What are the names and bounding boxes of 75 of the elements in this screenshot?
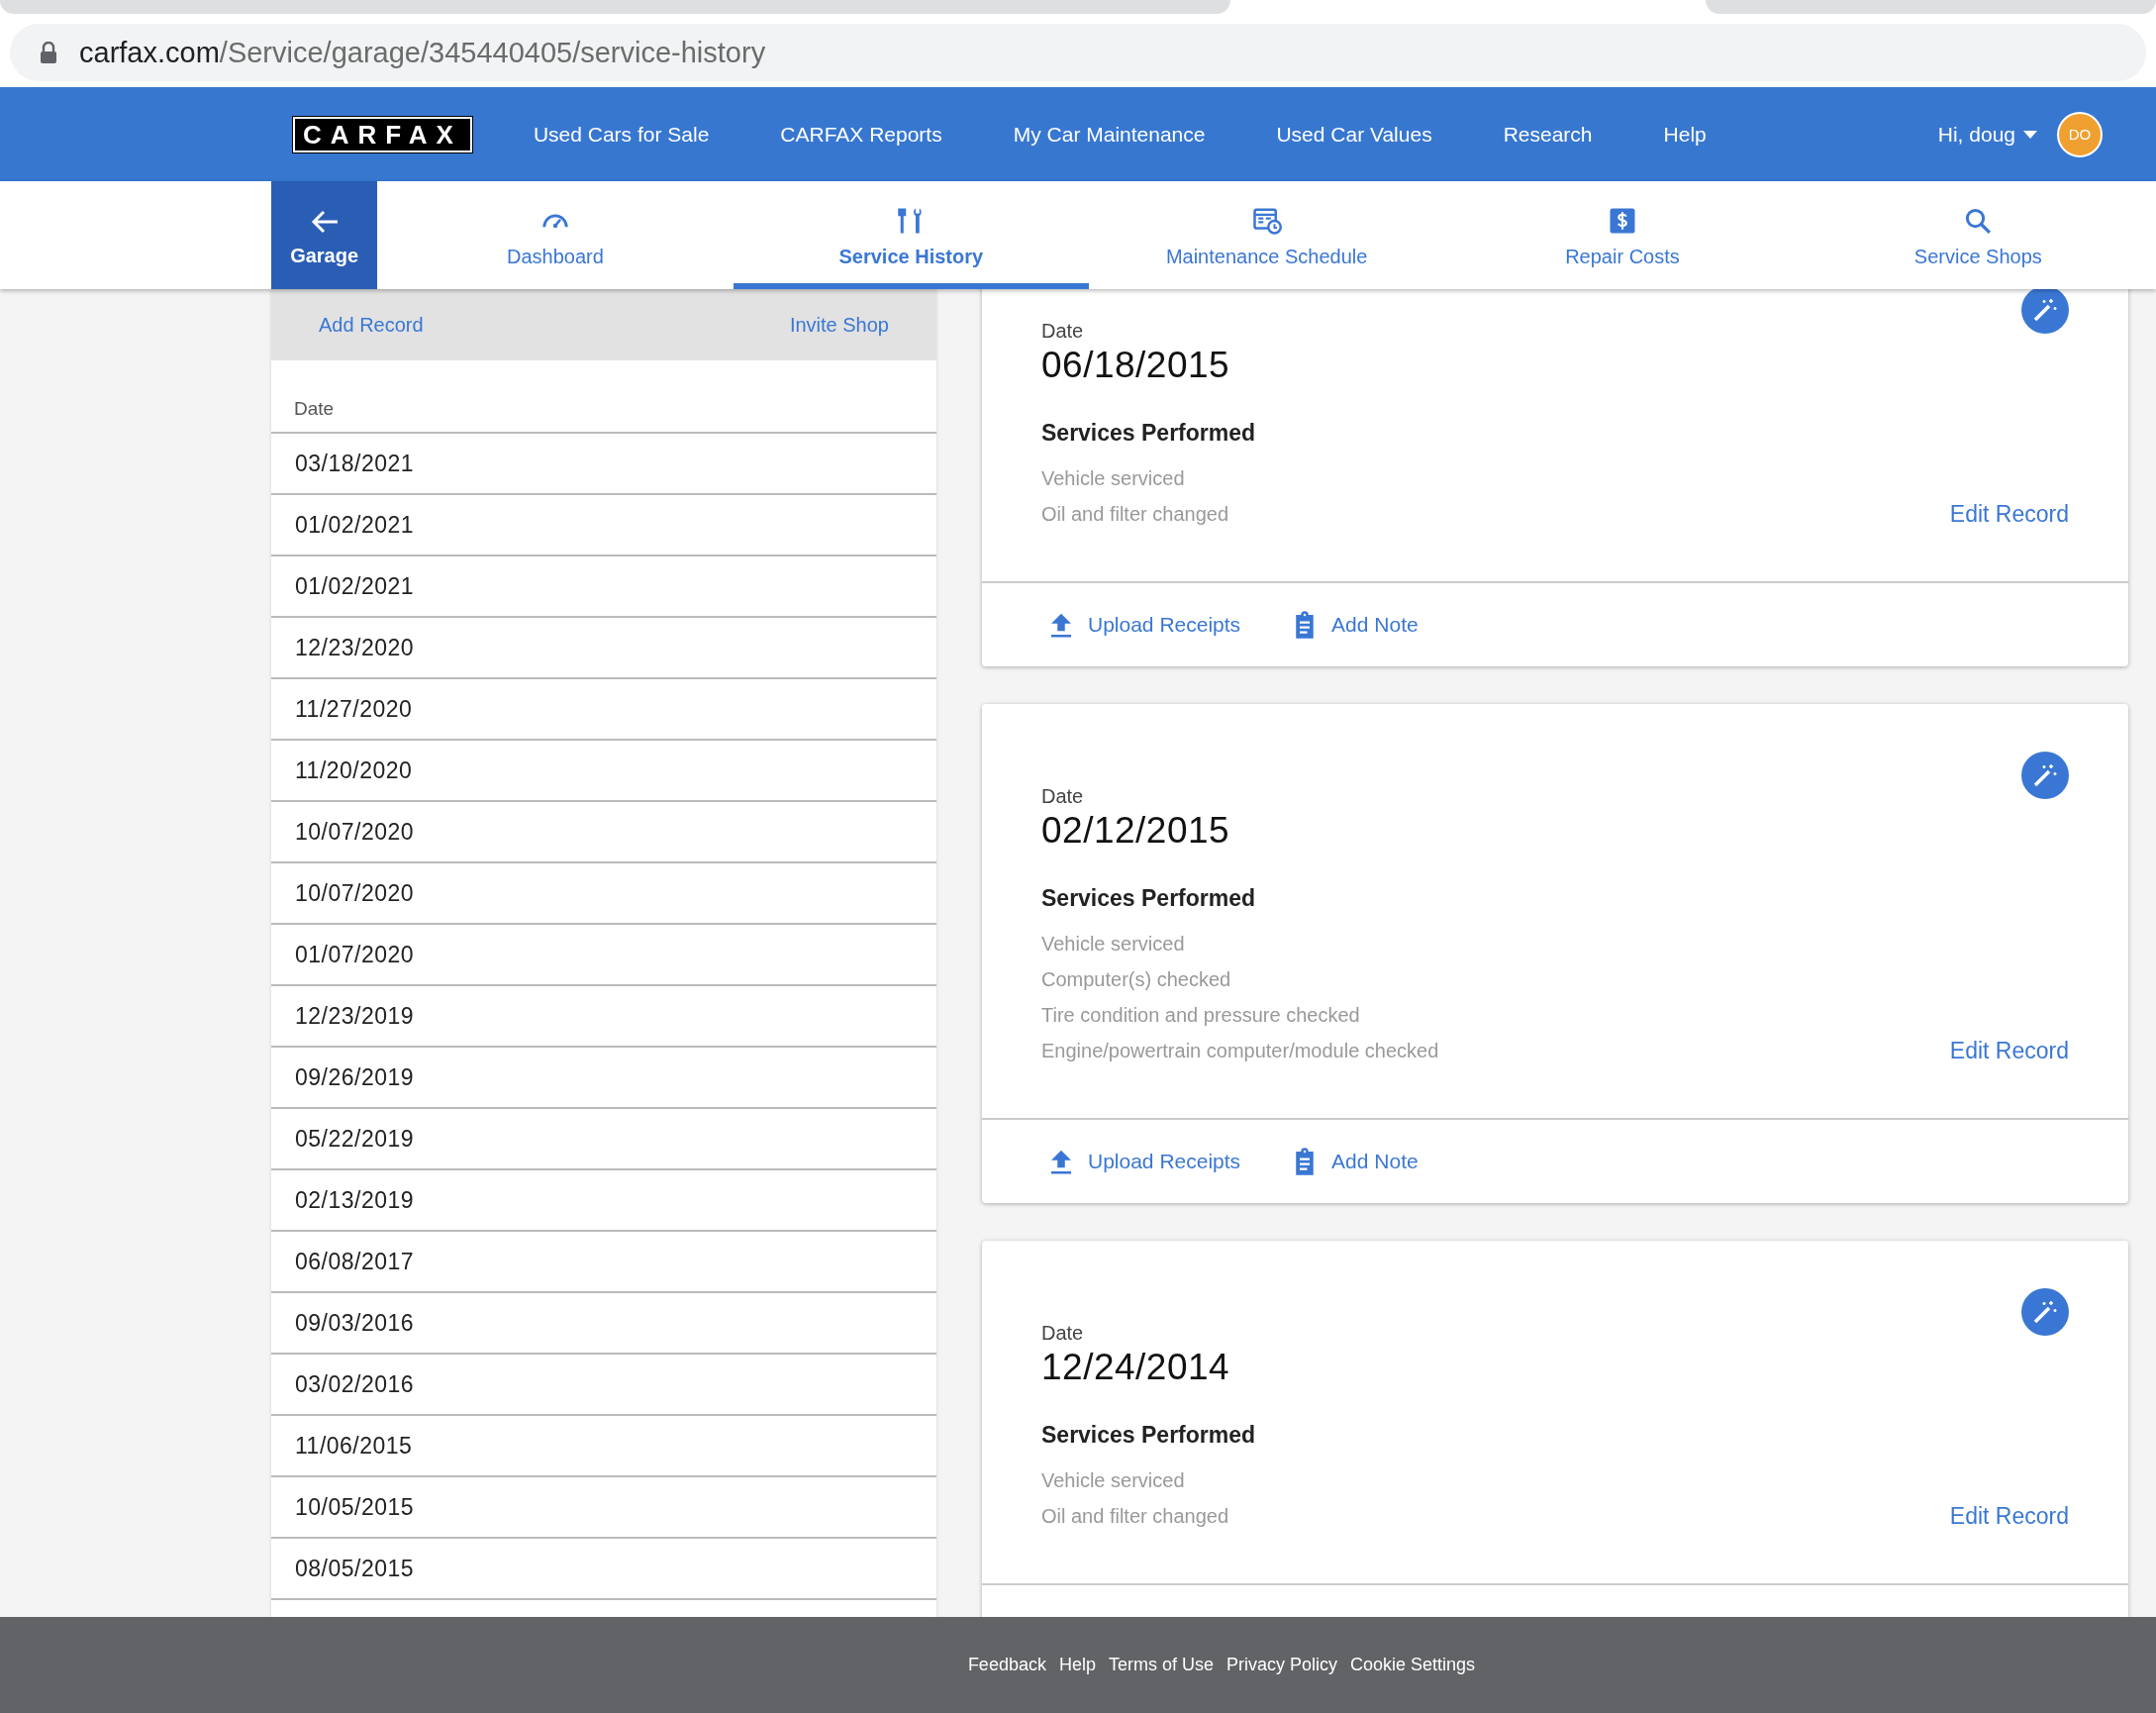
url-text: carfax.com/Service/garage/345440405/service-history — [79, 36, 766, 69]
date-row[interactable]: 11/06/2015 — [271, 1416, 936, 1477]
nav-tab[interactable]: Maintenance Schedule — [1088, 181, 1445, 289]
nav-link[interactable]: CARFAX Reports — [780, 122, 942, 147]
user-menu[interactable]: Hi, doug — [1937, 122, 2037, 147]
service-item: Vehicle serviced — [1041, 932, 1185, 957]
date-row[interactable]: 12/23/2020 — [271, 618, 936, 679]
edit-link[interactable]: Edit Record — [1949, 1503, 2069, 1530]
date-row[interactable]: 09/03/2016 — [271, 1293, 936, 1355]
back-button[interactable]: Garage — [271, 181, 378, 289]
section-heading: Services Performed — [1041, 420, 1257, 447]
section-heading: Services Performed — [1041, 885, 1257, 912]
address-bar[interactable]: carfax.com/Service/garage/345440405/service-history — [10, 24, 2146, 81]
action-link[interactable]: Upload Receipts — [1046, 1147, 1241, 1176]
date-row[interactable]: 05/22/2019 — [271, 1109, 936, 1170]
section-heading: Services Performed — [1041, 1422, 1257, 1449]
footer-link[interactable]: Privacy Policy — [1226, 1655, 1338, 1675]
date-row[interactable]: 10/05/2015 — [271, 1477, 936, 1539]
date-row[interactable]: 10/07/2020 — [271, 802, 936, 863]
date-row[interactable]: 01/02/2021 — [271, 556, 936, 618]
nav-tab[interactable]: Service Shops — [1800, 181, 2156, 289]
field-label: Date — [1041, 320, 1085, 343]
nav-link[interactable]: Used Car Values — [1276, 122, 1432, 147]
caret-icon — [2023, 130, 2037, 139]
nav-link[interactable]: Help — [1663, 122, 1707, 147]
edit-link[interactable]: Edit Record — [1949, 501, 2069, 528]
wand-button[interactable] — [2021, 289, 2069, 334]
action-link[interactable]: Upload Receipts — [1046, 610, 1241, 640]
service-item: Oil and filter changed — [1041, 1504, 1228, 1529]
edit-link[interactable]: Edit Record — [1949, 1038, 2069, 1064]
date-row[interactable]: 10/07/2020 — [271, 863, 936, 925]
service-item: Engine/powertrain computer/module checked — [1041, 1039, 1439, 1063]
magic-wand-icon — [2031, 761, 2059, 789]
date-row[interactable]: 01/07/2020 — [271, 925, 936, 986]
action-link[interactable]: Add Note — [1290, 610, 1419, 640]
column-header: Date — [294, 398, 335, 420]
service-item: Vehicle serviced — [1041, 466, 1185, 491]
date-row[interactable]: 08/05/2015 — [271, 1539, 936, 1600]
action-link[interactable]: Add Note — [1290, 1147, 1419, 1176]
service-item: Tire condition and pressure checked — [1041, 1003, 1360, 1028]
date-row[interactable]: 02/13/2019 — [271, 1170, 936, 1232]
back-arrow-icon — [309, 208, 340, 235]
nav-link[interactable]: Research — [1503, 122, 1593, 147]
field-label: Date — [1041, 1322, 1085, 1345]
date-row[interactable]: 01/02/2021 — [271, 495, 936, 556]
record-date: 02/12/2015 — [1041, 810, 1231, 852]
service-item: Vehicle serviced — [1041, 1468, 1185, 1493]
date-row[interactable]: 11/27/2020 — [271, 679, 936, 741]
nav-tab[interactable]: Dashboard — [377, 181, 734, 289]
sidebar-link[interactable]: Invite Shop — [789, 313, 889, 337]
wand-button[interactable] — [2021, 752, 2069, 799]
magic-wand-icon — [2031, 1298, 2059, 1326]
date-row[interactable]: 03/02/2016 — [271, 1355, 936, 1416]
field-label: Date — [1041, 785, 1085, 808]
date-row[interactable]: 06/08/2017 — [271, 1232, 936, 1293]
nav-link[interactable]: My Car Maintenance — [1013, 122, 1206, 147]
footer-link[interactable]: Help — [1058, 1655, 1096, 1675]
footer-link[interactable]: Terms of Use — [1108, 1655, 1214, 1675]
footer-link[interactable]: Feedback — [967, 1655, 1046, 1675]
date-row[interactable]: 09/26/2019 — [271, 1048, 936, 1109]
lock-icon — [40, 42, 57, 63]
record-date: 12/24/2014 — [1041, 1347, 1231, 1388]
sidebar-link[interactable]: Add Record — [319, 313, 424, 337]
magic-wand-icon — [2031, 296, 2059, 324]
footer-link[interactable]: Cookie Settings — [1350, 1655, 1476, 1675]
service-item: Computer(s) checked — [1041, 967, 1231, 992]
nav-tab[interactable]: Repair Costs — [1444, 181, 1801, 289]
record-date: 06/18/2015 — [1041, 345, 1231, 386]
date-row[interactable]: 11/20/2020 — [271, 741, 936, 802]
date-row[interactable]: 03/18/2021 — [271, 434, 936, 495]
service-item: Oil and filter changed — [1041, 502, 1228, 527]
logo[interactable]: CARFAX — [293, 116, 472, 152]
wand-button[interactable] — [2021, 1288, 2069, 1336]
date-row[interactable]: 12/23/2019 — [271, 986, 936, 1048]
nav-link[interactable]: Used Cars for Sale — [533, 122, 710, 147]
